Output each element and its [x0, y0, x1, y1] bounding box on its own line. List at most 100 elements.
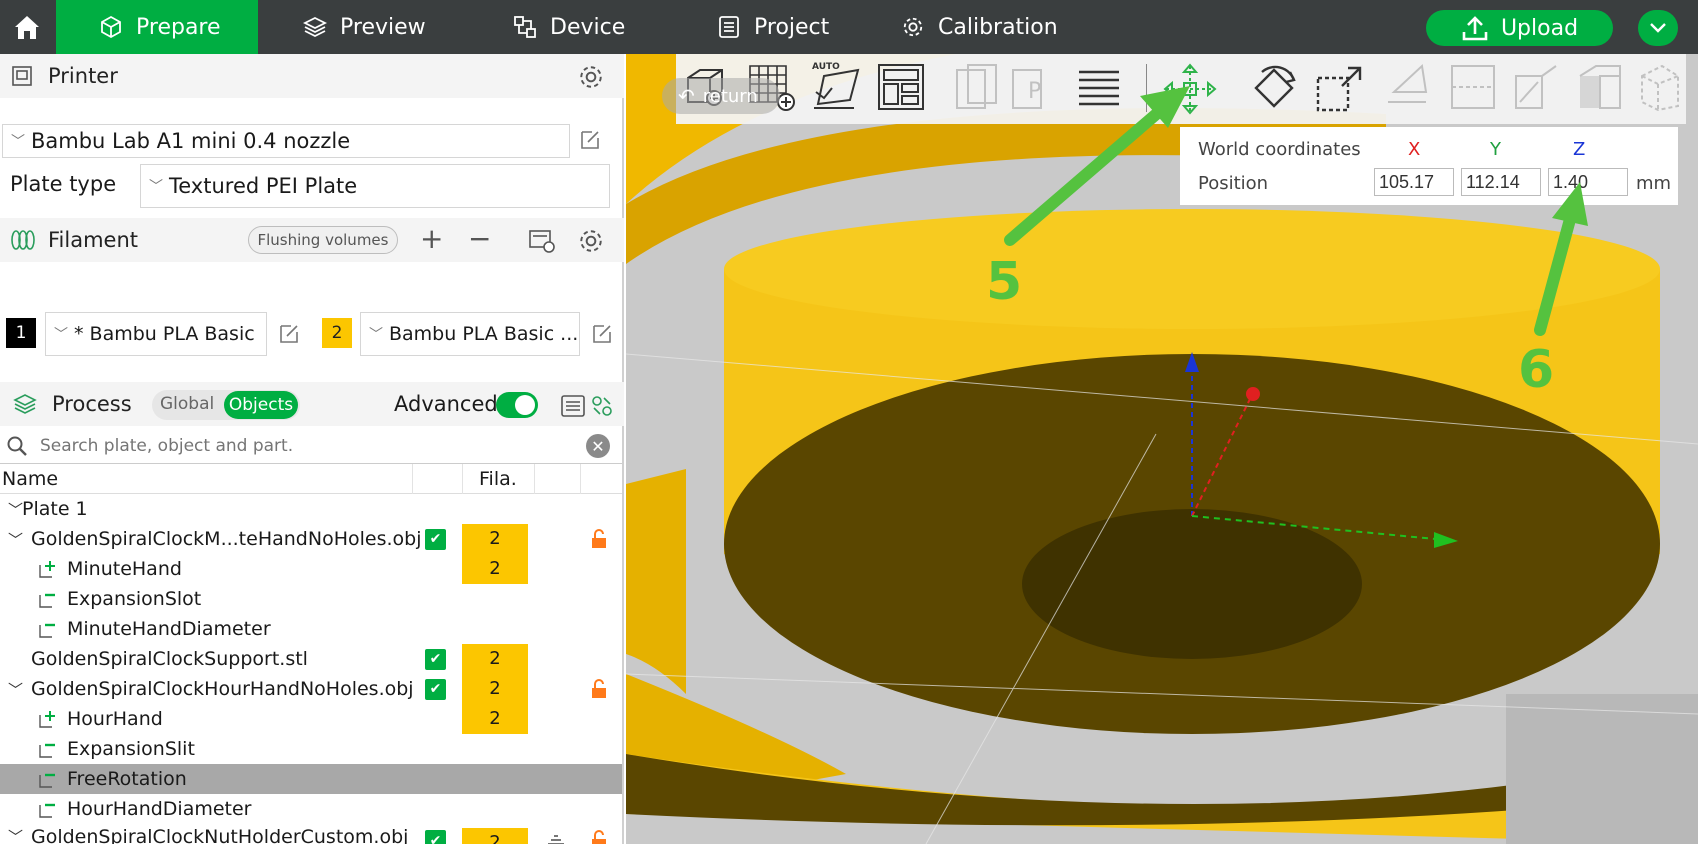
unlock-icon[interactable] [590, 679, 608, 699]
auto-label: AUTO [812, 62, 840, 72]
filament-cell[interactable]: 2 [462, 828, 528, 844]
part-name: ExpansionSlit [67, 738, 195, 760]
scale-icon[interactable] [1314, 62, 1366, 114]
filament-slot-2-select[interactable]: ﹀ Bambu PLA Basic ... [360, 312, 580, 356]
filament-index: 2 [489, 832, 501, 844]
upload-button[interactable]: Upload [1426, 10, 1613, 46]
return-button[interactable]: ↶ return [662, 78, 780, 114]
unlock-icon[interactable] [590, 529, 608, 549]
printer-select[interactable]: ﹀ Bambu Lab A1 mini 0.4 nozzle [2, 124, 570, 158]
objects-option[interactable]: Objects [224, 391, 298, 419]
chevron-down-icon[interactable]: ﹀ [8, 499, 23, 520]
upload-options-button[interactable] [1638, 10, 1678, 46]
tree-object-row[interactable]: ﹀ GoldenSpiralClockNutHolderCustom.obj ✔… [0, 824, 622, 844]
measure-icon[interactable] [1638, 62, 1682, 112]
tree-part-row[interactable]: ExpansionSlot [0, 584, 622, 614]
object-visible-checkbox[interactable]: ✔ [425, 830, 446, 844]
tree-object-row[interactable]: GoldenSpiralClockSupport.stl ✔ 2 [0, 644, 622, 674]
part-subtract-icon [39, 803, 55, 818]
advanced-toggle[interactable] [496, 392, 538, 418]
fila-column-header-cell[interactable]: Fila. [462, 464, 534, 494]
object-visible-checkbox[interactable]: ✔ [425, 648, 446, 670]
move-icon[interactable] [1162, 62, 1218, 116]
world-coordinates-label: World coordinates [1198, 139, 1361, 160]
seam-painting-icon[interactable] [1576, 62, 1626, 112]
part-subtract-icon [39, 743, 55, 758]
global-option[interactable]: Global [160, 394, 214, 414]
filament-index: 2 [489, 678, 501, 699]
support-painting-icon[interactable] [1512, 62, 1562, 112]
fila-column-header: Fila. [479, 468, 517, 490]
tab-prepare-label: Prepare [136, 14, 221, 40]
tree-part-row[interactable]: HourHandDiameter [0, 794, 622, 824]
chevron-down-icon[interactable]: ﹀ [8, 529, 23, 550]
tab-calibration[interactable]: Calibration [900, 0, 1058, 54]
name-column-header[interactable]: Name [2, 468, 58, 490]
position-y-field[interactable] [1461, 168, 1541, 196]
arrange-icon[interactable] [876, 62, 926, 112]
split-objects-icon[interactable] [954, 62, 1000, 112]
sync-filament-icon[interactable] [528, 228, 556, 254]
tree-part-row[interactable]: ExpansionSlit [0, 734, 622, 764]
annotation-label-5: 5 [986, 252, 1023, 312]
minus-icon[interactable]: − [468, 222, 491, 255]
rotate-icon[interactable] [1248, 62, 1300, 114]
x-axis-label: X [1408, 139, 1421, 160]
global-objects-switch[interactable]: Global Objects [152, 390, 300, 420]
filament-slot-1-badge[interactable]: 1 [6, 318, 36, 348]
list-view-icon[interactable] [560, 394, 586, 418]
tree-part-row[interactable]: MinuteHandDiameter [0, 614, 622, 644]
edit-icon[interactable] [578, 128, 602, 152]
plus-icon[interactable]: + [420, 222, 443, 255]
unlock-icon[interactable] [590, 830, 608, 844]
flushing-volumes-button[interactable]: Flushing volumes [248, 226, 398, 254]
filament-slot-2-badge[interactable]: 2 [322, 318, 352, 348]
cut-icon[interactable] [1448, 62, 1498, 112]
tree-object-row[interactable]: ﹀ GoldenSpiralClockM...teHandNoHoles.obj… [0, 524, 622, 554]
support-paint-icon[interactable] [546, 832, 566, 844]
tab-prepare[interactable]: Prepare [56, 0, 258, 54]
position-z-field[interactable] [1548, 168, 1628, 196]
chevron-down-icon: ﹀ [149, 179, 163, 195]
device-icon [512, 14, 538, 40]
plate-type-select[interactable]: ﹀ Textured PEI Plate [140, 164, 610, 208]
filament-cell[interactable]: 2 [462, 674, 528, 704]
clear-search-icon[interactable]: ✕ [586, 434, 610, 458]
tree-part-row[interactable]: HourHand 2 [0, 704, 622, 734]
gear-icon[interactable] [578, 64, 604, 90]
tab-device[interactable]: Device [512, 0, 625, 54]
tab-project[interactable]: Project [716, 0, 829, 54]
tab-preview[interactable]: Preview [302, 0, 426, 54]
position-x-field[interactable] [1374, 168, 1454, 196]
tree-object-row[interactable]: ﹀ GoldenSpiralClockHourHandNoHoles.obj ✔… [0, 674, 622, 704]
gear-icon[interactable] [578, 228, 604, 254]
search-input[interactable] [38, 434, 558, 457]
lay-on-face-icon[interactable] [1382, 62, 1432, 112]
auto-orient-button[interactable]: AUTO [810, 62, 862, 116]
part-subtract-icon [39, 593, 55, 608]
tree-part-row[interactable]: MinuteHand 2 [0, 554, 622, 584]
filament-cell[interactable]: 2 [462, 704, 528, 734]
part-name: HourHandDiameter [67, 798, 252, 820]
compare-icon[interactable] [590, 394, 614, 418]
split-parts-icon[interactable]: P [1010, 62, 1056, 112]
filament-cell[interactable]: 2 [462, 554, 528, 584]
edit-icon[interactable] [277, 322, 301, 346]
home-button[interactable] [0, 0, 54, 54]
filament-cell[interactable]: 2 [462, 524, 528, 554]
filament-slot-1-select[interactable]: ﹀ * Bambu PLA Basic [45, 312, 267, 356]
layers-icon [302, 14, 328, 40]
object-visible-checkbox[interactable]: ✔ [425, 528, 446, 550]
chevron-down-icon[interactable]: ﹀ [8, 826, 23, 844]
filament-cell[interactable]: 2 [462, 644, 528, 674]
layers-view-icon[interactable] [1076, 62, 1122, 112]
filament-slot-1-name: * Bambu PLA Basic [74, 323, 255, 345]
y-axis-label: Y [1490, 139, 1501, 160]
edit-icon[interactable] [590, 322, 614, 346]
tree-part-row-selected[interactable]: FreeRotation [0, 764, 622, 794]
tab-preview-label: Preview [340, 14, 426, 40]
upload-label: Upload [1500, 15, 1579, 41]
object-visible-checkbox[interactable]: ✔ [425, 678, 446, 700]
plate-row[interactable]: ﹀ Plate 1 [0, 494, 622, 524]
chevron-down-icon[interactable]: ﹀ [8, 679, 23, 700]
